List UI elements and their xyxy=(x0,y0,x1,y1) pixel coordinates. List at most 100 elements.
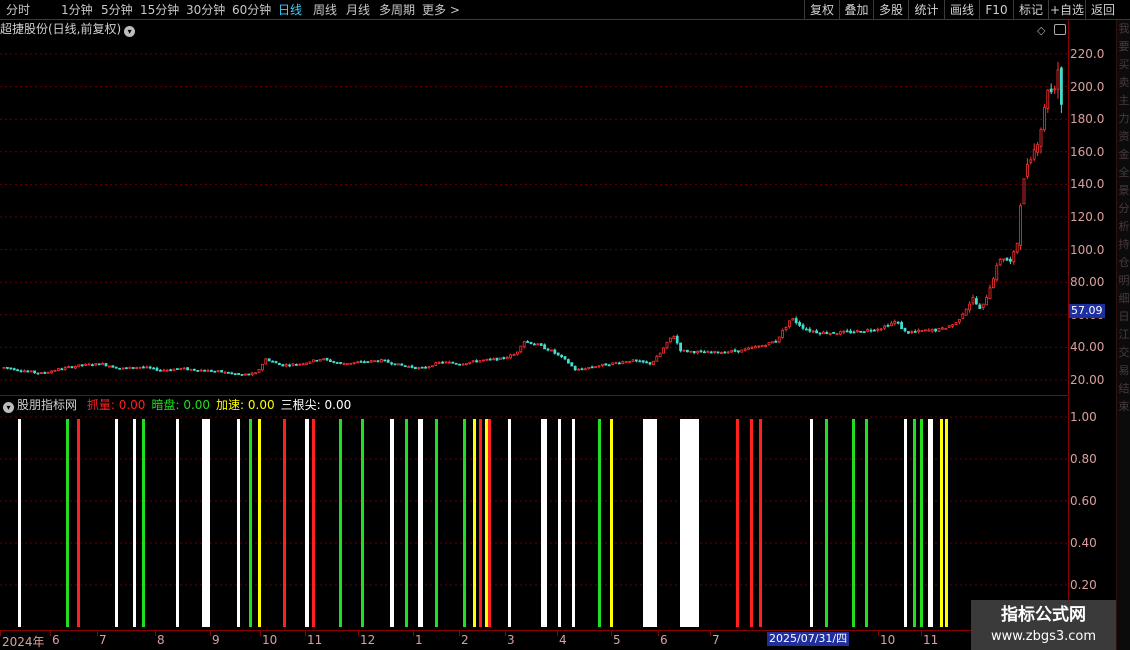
date-tick-label: 4 xyxy=(559,633,567,647)
toolbar-button[interactable]: F10 xyxy=(979,0,1013,20)
price-tick-label: 200.0 xyxy=(1070,79,1105,94)
indicator-value: 抓量: 0.00 xyxy=(86,398,146,412)
period-tab[interactable]: 月线 xyxy=(346,2,370,18)
side-strip-char: 交 xyxy=(1118,346,1130,359)
window-toggle-icon[interactable] xyxy=(1054,24,1066,35)
price-tick-label: 140.0 xyxy=(1070,177,1105,192)
date-tick-mark xyxy=(459,631,460,636)
indicator-tick-label: 0.80 xyxy=(1070,452,1097,466)
price-tick-label: 100.0 xyxy=(1070,242,1105,257)
side-panel-strip[interactable]: 我要买卖主力资金全景分析持仓明细日江交易结束 xyxy=(1116,20,1130,650)
date-tick-label: 1 xyxy=(415,633,423,647)
side-strip-char: 金 xyxy=(1118,148,1130,161)
date-tick-label: 8 xyxy=(157,633,165,647)
kline-chart[interactable] xyxy=(0,20,1068,395)
period-tab[interactable]: 15分钟 xyxy=(140,2,179,18)
date-axis: 2024年 6 7 8 9 10 11 12 1 2 3 4 5 6 7 10 11 xyxy=(0,630,1116,650)
date-tick-mark xyxy=(0,631,1,636)
date-tick-mark xyxy=(210,631,211,636)
toolbar-button[interactable]: 返回 xyxy=(1085,0,1120,20)
chevron-down-icon[interactable]: ▾ xyxy=(3,402,14,413)
side-strip-char: 明 xyxy=(1118,274,1130,287)
price-tick-label: 120.0 xyxy=(1070,210,1105,224)
period-tab[interactable]: 60分钟 xyxy=(232,2,271,18)
toolbar-button[interactable]: 多股 xyxy=(873,0,908,20)
date-tick-label: 10 xyxy=(262,633,278,647)
indicator-value: 三根尖: 0.00 xyxy=(280,398,352,412)
date-tick-label: 2024年 xyxy=(2,635,45,649)
date-tick-label: 3 xyxy=(507,633,515,647)
date-tick-mark xyxy=(878,631,879,636)
side-strip-char: 景 xyxy=(1118,184,1130,197)
date-tick-label: 11 xyxy=(307,633,323,647)
date-tick-mark xyxy=(611,631,612,636)
period-tab[interactable]: 周线 xyxy=(313,2,337,18)
date-tick-label: 5 xyxy=(613,633,621,647)
date-tick-label: 12 xyxy=(360,633,376,647)
side-strip-char: 要 xyxy=(1118,40,1130,53)
date-tick-mark xyxy=(505,631,506,636)
price-tick-label: 80.00 xyxy=(1070,275,1105,290)
period-tab[interactable]: 多周期 xyxy=(379,2,415,18)
side-strip-char: 主 xyxy=(1118,94,1130,107)
indicator-value: 加速: 0.00 xyxy=(216,398,275,412)
price-axis xyxy=(1068,20,1116,395)
toolbar-button[interactable]: 复权 xyxy=(804,0,839,20)
toolbar-button[interactable]: 统计 xyxy=(908,0,944,20)
stock-title: 超捷股份(日线,前复权) xyxy=(0,22,122,36)
date-tick-mark xyxy=(155,631,156,636)
cursor-date-label: 2025/07/31/四 xyxy=(767,632,850,646)
side-strip-char: 结 xyxy=(1118,382,1130,395)
date-tick-mark xyxy=(658,631,659,636)
side-strip-char: 力 xyxy=(1118,112,1130,125)
watermark-name: 指标公式网 xyxy=(1001,605,1086,625)
side-strip-char: 细 xyxy=(1118,292,1130,305)
indicator-tick-label: 0.40 xyxy=(1070,536,1097,550)
price-tick-label: 20.00 xyxy=(1070,373,1105,387)
period-tab[interactable]: 5分钟 xyxy=(101,2,133,18)
date-tick-mark xyxy=(305,631,306,636)
top-toolbar: 分时 1分钟 5分钟 15分钟 30分钟 60分钟 日线 周线 月线 多周期 更多 > 复权 叠加 多股统… xyxy=(0,0,1130,20)
price-tick-label: 220.0 xyxy=(1070,47,1105,61)
diamond-icon[interactable]: ◇ xyxy=(1037,24,1045,37)
indicator-axis xyxy=(1068,396,1116,630)
date-tick-mark xyxy=(358,631,359,636)
date-tick-mark xyxy=(97,631,98,636)
side-strip-char: 全 xyxy=(1118,166,1130,179)
indicator-name: 股朋指标网 xyxy=(17,398,78,412)
side-strip-char: 分 xyxy=(1118,202,1130,215)
date-tick-mark xyxy=(557,631,558,636)
indicator-tick-label: 1.00 xyxy=(1070,410,1097,424)
toolbar-button[interactable]: 画线 xyxy=(944,0,979,20)
date-tick-label: 6 xyxy=(660,633,668,647)
price-tick-label: 160.0 xyxy=(1070,144,1105,159)
date-tick-mark xyxy=(413,631,414,636)
indicator-tick-label: 0.20 xyxy=(1070,578,1097,592)
date-tick-label: 11 xyxy=(923,633,939,647)
side-strip-char: 日 xyxy=(1118,310,1130,323)
indicator-tick-label: 0.60 xyxy=(1070,494,1097,508)
side-strip-char: 买 xyxy=(1118,58,1130,71)
side-strip-char: 仓 xyxy=(1118,256,1130,269)
date-tick-mark xyxy=(50,631,51,636)
indicator-chart[interactable] xyxy=(0,396,1068,630)
toolbar-button[interactable]: 叠加 xyxy=(839,0,873,20)
side-strip-char: 析 xyxy=(1118,220,1130,233)
period-tab[interactable]: 30分钟 xyxy=(186,2,225,18)
watermark: 指标公式网 www.zbgs3.com xyxy=(971,600,1116,650)
chevron-down-icon[interactable]: ▾ xyxy=(124,26,136,37)
period-tab[interactable]: 日线 xyxy=(278,2,302,18)
side-strip-char: 束 xyxy=(1118,400,1130,413)
period-tab[interactable]: 分时 xyxy=(6,2,30,18)
side-strip-char: 江 xyxy=(1118,328,1130,341)
toolbar-button[interactable]: +自选 xyxy=(1048,0,1085,20)
side-strip-char: 持 xyxy=(1118,238,1130,251)
price-tick-label: 40.00 xyxy=(1070,340,1105,355)
chart-title: 超捷股份(日线,前复权) ▾ xyxy=(0,21,136,37)
date-tick-label: 7 xyxy=(99,633,107,647)
period-tab[interactable]: 1分钟 xyxy=(61,2,93,18)
indicator-header: ▾ 股朋指标网 抓量: 0.00 暗盘: 0.00 加速: 0.00 三根尖: 0.00 xyxy=(0,397,351,413)
date-tick-label: 6 xyxy=(52,633,60,647)
period-tab[interactable]: 更多 > xyxy=(422,2,460,18)
toolbar-button[interactable]: 标记 xyxy=(1013,0,1048,20)
